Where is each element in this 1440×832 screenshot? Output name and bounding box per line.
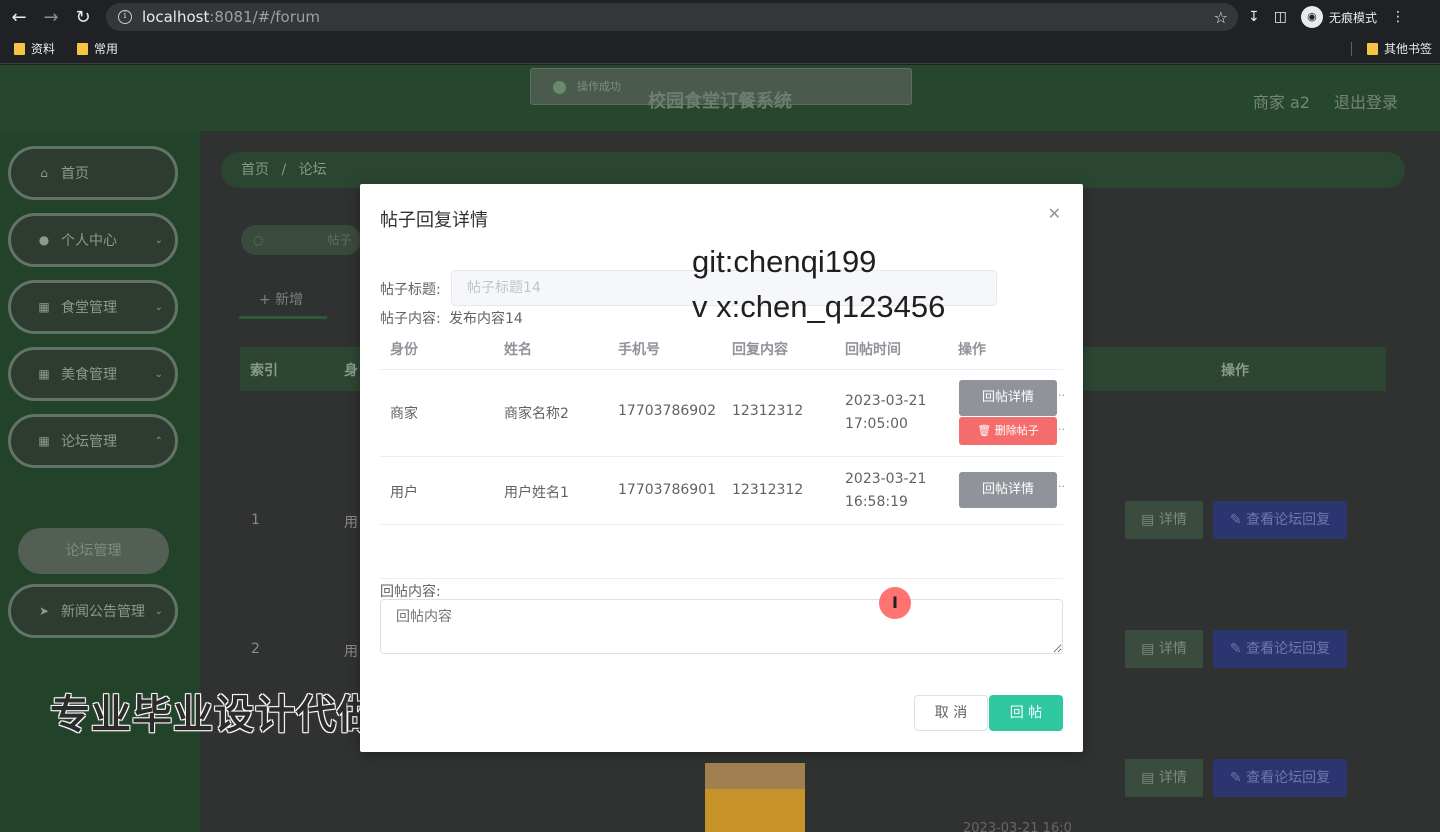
sidebar-item-home[interactable]: ⌂ 首页	[8, 146, 178, 200]
reply-detail-button[interactable]: 回帖详情	[959, 472, 1057, 508]
document-icon: ▤	[1141, 512, 1159, 528]
chevron-down-icon: ⌄	[154, 605, 163, 617]
send-icon: ➤	[38, 604, 50, 618]
view-forum-reply-button[interactable]: ✎ 查看论坛回复	[1213, 630, 1347, 668]
table-row: 商家 商家名称2 17703786902 12312312 2023-03-21…	[380, 370, 1065, 457]
browser-menu-icon[interactable]: ⋮	[1391, 9, 1405, 25]
folder-icon	[1366, 42, 1378, 55]
download-icon[interactable]: ↧	[1248, 9, 1260, 25]
detail-button[interactable]: ▤ 详情	[1125, 630, 1203, 668]
post-title-label: 帖子标题:	[380, 282, 441, 298]
current-user: 商家 a2	[1252, 93, 1310, 112]
detail-button[interactable]: ▤ 详情	[1125, 501, 1203, 539]
promo-watermark: 专业毕业设计代做	[50, 692, 378, 738]
side-panel-icon[interactable]: ◫	[1274, 9, 1287, 25]
address-bar[interactable]: i localhost:8081/#/forum ☆	[106, 3, 1238, 31]
app-header: 操作成功 校园食堂订餐系统 商家 a2 退出登录	[0, 65, 1440, 131]
chevron-down-icon: ⌄	[154, 234, 163, 246]
search-icon: ○	[253, 233, 264, 247]
chevron-down-icon: ⌄	[154, 301, 163, 313]
view-forum-reply-button[interactable]: ✎ 查看论坛回复	[1213, 759, 1347, 797]
bookmark-folder-2[interactable]: 常用	[77, 40, 118, 57]
folder-icon	[14, 42, 25, 55]
cancel-button[interactable]: 取 消	[914, 695, 988, 731]
app-title: 校园食堂订餐系统	[648, 91, 792, 112]
overflow-icon: ..	[1058, 386, 1065, 399]
breadcrumb-current: 论坛	[298, 162, 327, 178]
sidebar-item-forum[interactable]: ▦ 论坛管理 ⌃	[8, 414, 178, 468]
browser-toolbar: ← → ↻ i localhost:8081/#/forum ☆ ↧ ◫ ◉ 无…	[0, 0, 1440, 34]
row-name: 用	[344, 515, 358, 531]
delete-post-button[interactable]: 🗑 删除帖子	[959, 417, 1057, 445]
row-date: 2023-03-21 16:0	[963, 821, 1072, 832]
url-host: localhost	[142, 8, 210, 26]
back-icon[interactable]: ←	[6, 4, 32, 30]
reply-detail-dialog: 帖子回复详情 ✕ 帖子标题: 帖子标题14 帖子内容: 发布内容14 git:c…	[360, 184, 1083, 752]
reply-detail-button[interactable]: 回帖详情	[959, 380, 1057, 416]
post-content-label: 帖子内容:	[380, 311, 441, 327]
logout-link[interactable]: 退出登录	[1334, 89, 1398, 113]
table-empty-space	[380, 525, 1063, 579]
incognito-label: 无痕模式	[1328, 10, 1377, 25]
site-info-icon[interactable]: i	[118, 10, 132, 24]
grid-icon: ▦	[38, 367, 50, 381]
sidebar-subitem-forum[interactable]: 论坛管理	[18, 528, 169, 574]
url-path: :8081/#/forum	[209, 8, 320, 26]
reload-icon[interactable]: ↻	[70, 4, 96, 30]
trash-icon: 🗑	[977, 424, 995, 437]
text-cursor-icon: I	[879, 587, 911, 619]
reply-content-label: 回帖内容:	[380, 584, 441, 600]
overflow-icon: ..	[1058, 420, 1065, 433]
sidebar-item-food[interactable]: ▦ 美食管理 ⌄	[8, 347, 178, 401]
reply-content-input[interactable]	[380, 599, 1063, 654]
breadcrumb-home[interactable]: 首页	[241, 162, 269, 178]
chevron-down-icon: ⌄	[154, 368, 163, 380]
grid-icon: ▦	[38, 434, 50, 448]
git-watermark: git:chenqi199	[692, 244, 877, 279]
bookmarks-divider	[1351, 42, 1352, 56]
post-image	[705, 789, 805, 832]
bookmark-star-icon[interactable]: ☆	[1214, 8, 1228, 27]
submit-reply-button[interactable]: 回 帖	[989, 695, 1063, 731]
post-content-value: 发布内容14	[449, 311, 523, 327]
edit-icon: ✎	[1229, 770, 1247, 786]
grid-icon: ▦	[38, 300, 50, 314]
incognito-icon: ◉	[1300, 6, 1323, 28]
reply-table-header: 身份 姓名 手机号 回复内容 回帖时间 操作	[380, 326, 1063, 370]
sidebar-item-news[interactable]: ➤ 新闻公告管理 ⌄	[8, 584, 178, 638]
row-index: 1	[251, 512, 260, 528]
add-button[interactable]: + 新增	[239, 281, 327, 319]
view-forum-reply-button[interactable]: ✎ 查看论坛回复	[1213, 501, 1347, 539]
table-row: 用户 用户姓名1 17703786901 12312312 2023-03-21…	[380, 457, 1065, 525]
edit-icon: ✎	[1229, 641, 1247, 657]
document-icon: ▤	[1141, 770, 1159, 786]
sidebar-item-profile[interactable]: ● 个人中心 ⌄	[8, 213, 178, 267]
bookmark-folder-1[interactable]: 资料	[14, 40, 55, 57]
incognito-indicator[interactable]: ◉ 无痕模式	[1300, 6, 1377, 28]
detail-button[interactable]: ▤ 详情	[1125, 759, 1203, 797]
sidebar-item-canteen[interactable]: ▦ 食堂管理 ⌄	[8, 280, 178, 334]
dialog-title: 帖子回复详情	[380, 210, 488, 231]
home-icon: ⌂	[40, 166, 48, 180]
breadcrumb: 首页 / 论坛	[221, 152, 1405, 188]
row-name: 用	[344, 644, 358, 660]
user-icon: ●	[38, 233, 50, 247]
close-icon[interactable]: ✕	[1048, 204, 1061, 223]
chevron-up-icon: ⌃	[154, 435, 163, 447]
document-icon: ▤	[1141, 641, 1159, 657]
vx-watermark: v x:chen_q123456	[692, 289, 946, 324]
other-bookmarks[interactable]: 其他书签	[1366, 40, 1432, 57]
folder-icon	[77, 42, 89, 55]
forward-icon[interactable]: →	[38, 4, 64, 30]
search-input[interactable]: ○ 帖子	[241, 225, 361, 255]
overflow-icon: ..	[1058, 477, 1065, 490]
row-index: 2	[251, 641, 260, 657]
edit-icon: ✎	[1229, 512, 1247, 528]
bookmarks-bar: 资料 常用 其他书签	[0, 34, 1440, 64]
